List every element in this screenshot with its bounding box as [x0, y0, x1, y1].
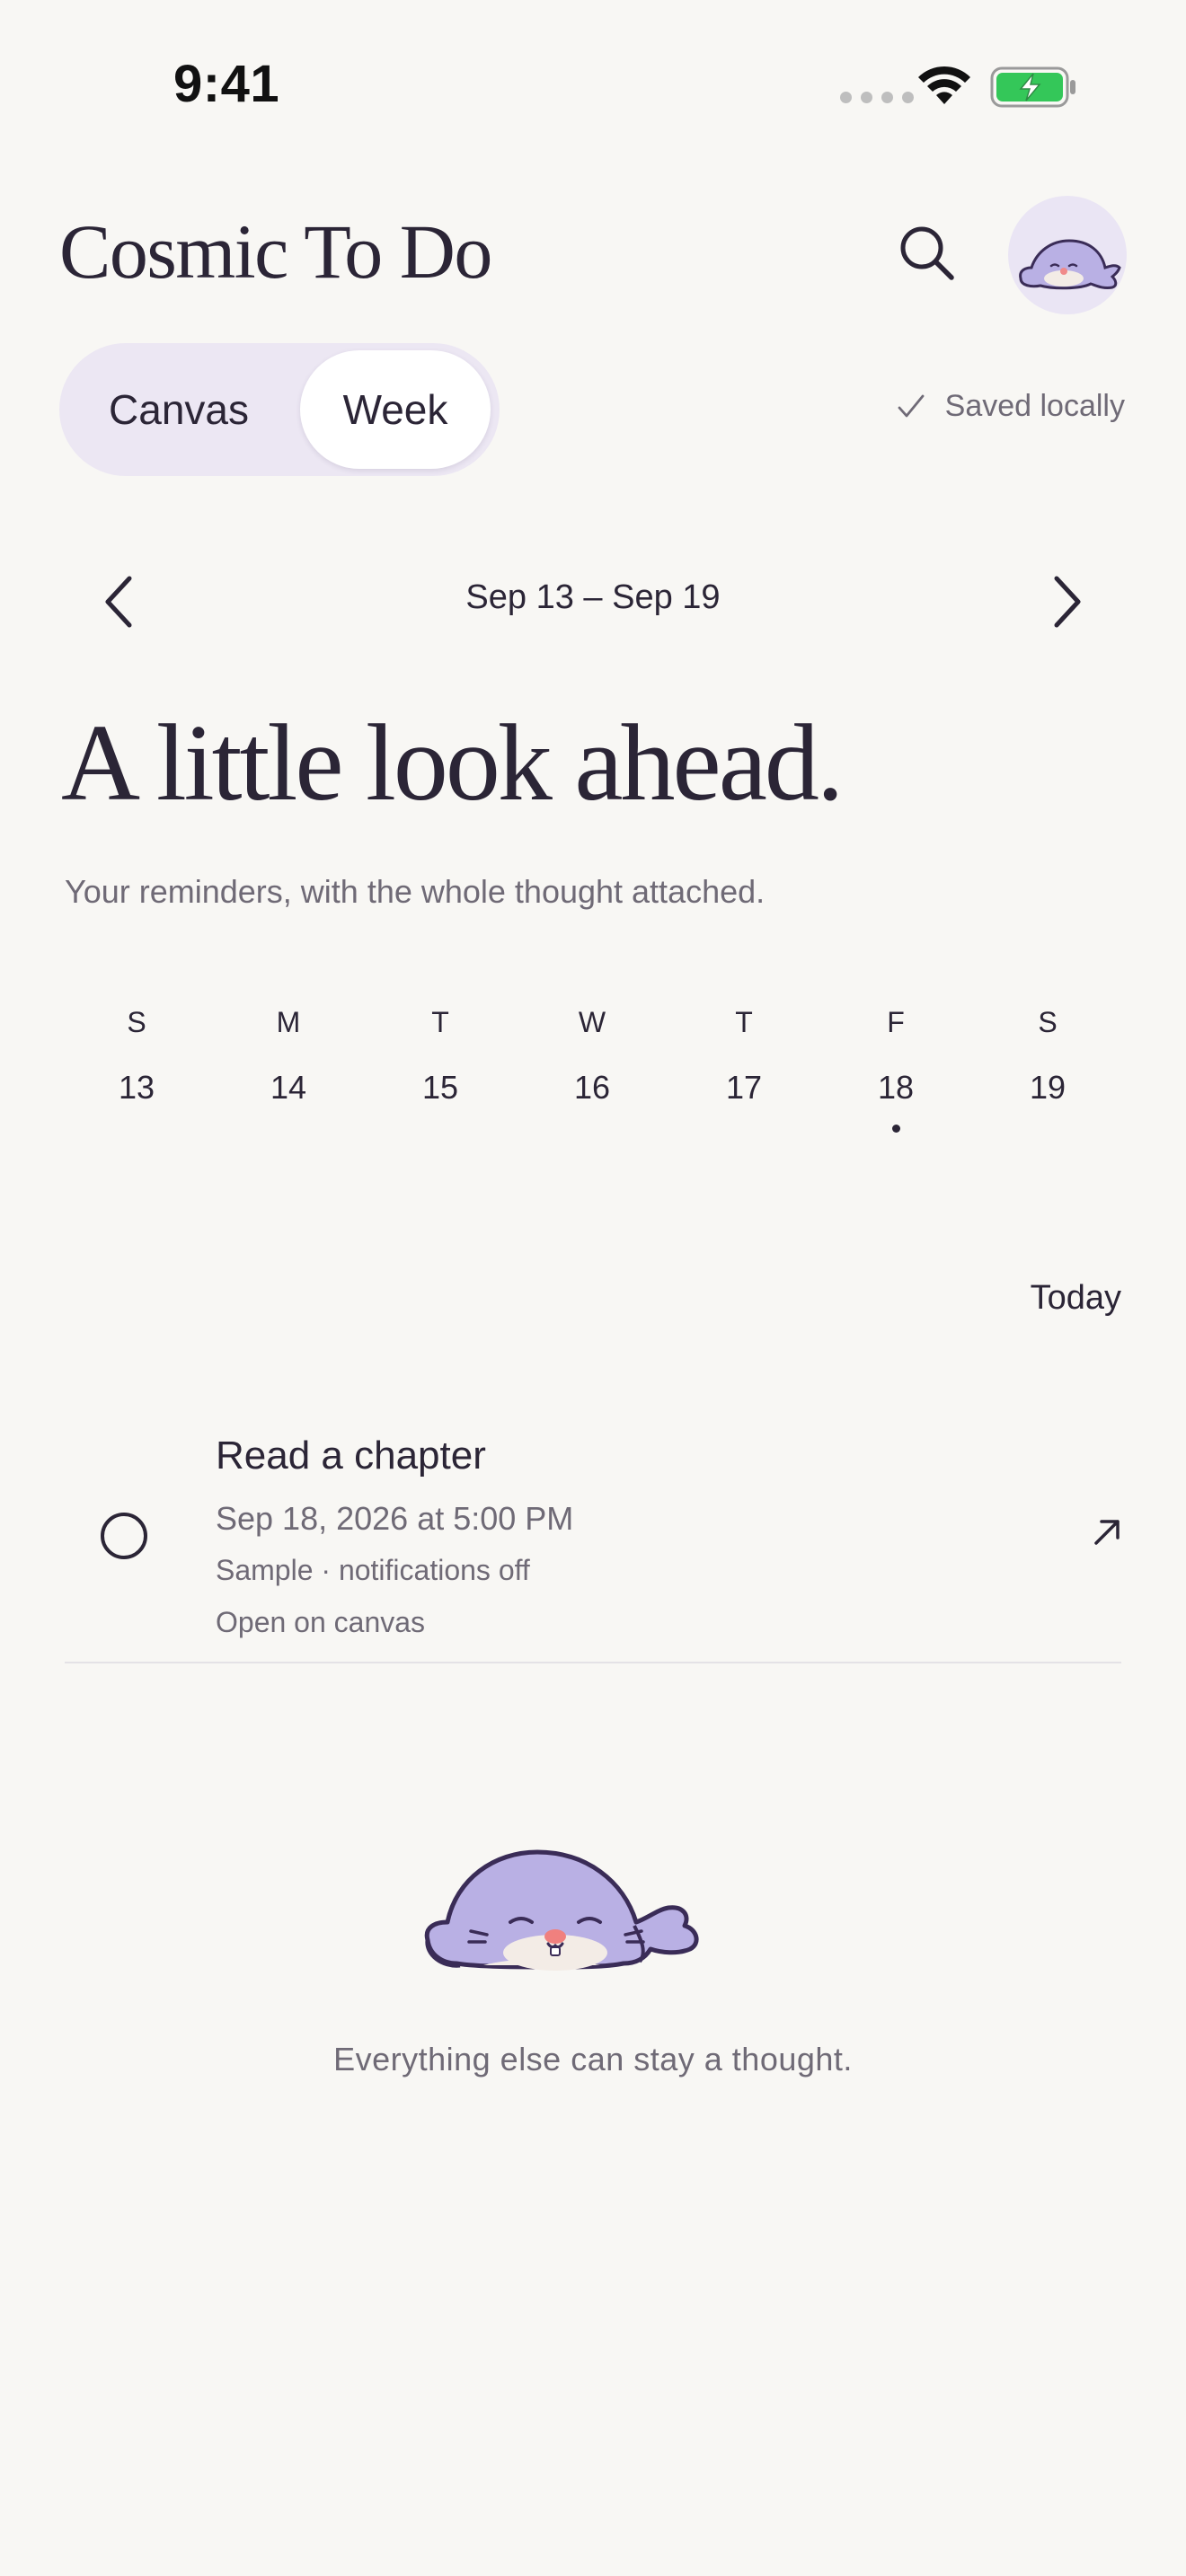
empty-state-text: Everything else can stay a thought.: [333, 2041, 853, 2078]
tab-week[interactable]: Week: [300, 350, 491, 469]
wifi-icon: [918, 66, 970, 104]
day-letter: T: [431, 1006, 449, 1038]
save-status: Saved locally: [897, 389, 1125, 424]
day-number: 19: [1029, 1069, 1067, 1106]
reminder-row[interactable]: Read a chapter Sep 18, 2026 at 5:00 PM S…: [65, 1410, 1121, 1663]
day-number: 17: [725, 1069, 763, 1106]
reminder-dot-indicator: [891, 1125, 900, 1133]
day-number: 18: [877, 1069, 915, 1106]
day-number: 14: [270, 1069, 307, 1106]
checkmark-icon: [898, 394, 925, 417]
day-column[interactable]: F 18: [842, 1006, 950, 1133]
day-number: 13: [118, 1069, 155, 1106]
cellular-signal-icon: [840, 92, 914, 103]
day-letter: S: [1038, 1006, 1058, 1038]
view-switcher: Canvas Week: [59, 343, 500, 476]
page-subtitle: Your reminders, with the whole thought a…: [65, 873, 766, 910]
week-range: Sep 13 – Sep 19: [465, 578, 721, 616]
day-number: 15: [421, 1069, 459, 1106]
day-column[interactable]: S 13: [83, 1006, 190, 1107]
status-time: 9:41: [173, 55, 280, 113]
day-letter: F: [887, 1006, 905, 1038]
app-title: Cosmic To Do: [59, 208, 492, 295]
search-icon[interactable]: [895, 221, 960, 286]
page-headline: A little look ahead.: [61, 702, 844, 824]
battery-charging-icon: [990, 66, 1075, 108]
reminder-title: Read a chapter: [216, 1434, 486, 1478]
day-letter: W: [578, 1006, 606, 1038]
today-button[interactable]: Today: [1031, 1279, 1121, 1318]
day-letter: T: [735, 1006, 753, 1038]
day-letter: S: [127, 1006, 146, 1038]
day-column[interactable]: S 19: [994, 1006, 1102, 1107]
save-status-text: Saved locally: [944, 389, 1125, 423]
day-column[interactable]: T 17: [690, 1006, 798, 1107]
open-on-canvas-link[interactable]: Open on canvas: [216, 1606, 425, 1639]
day-number: 16: [573, 1069, 611, 1106]
day-column[interactable]: M 14: [235, 1006, 342, 1107]
arrow-up-right-icon[interactable]: [1085, 1511, 1128, 1554]
reminder-meta: Sample · notifications off: [216, 1554, 530, 1586]
avatar[interactable]: [1008, 196, 1127, 314]
chevron-right-icon[interactable]: [1042, 569, 1091, 634]
reminder-datetime: Sep 18, 2026 at 5:00 PM: [216, 1500, 574, 1537]
sleeping-seal-illustration: [424, 1849, 699, 1971]
tab-canvas[interactable]: Canvas: [66, 350, 291, 469]
complete-checkbox[interactable]: [101, 1513, 147, 1559]
day-column[interactable]: T 15: [386, 1006, 494, 1107]
day-letter: M: [276, 1006, 301, 1038]
day-column[interactable]: W 16: [538, 1006, 646, 1107]
seal-avatar-icon: [1019, 239, 1121, 290]
